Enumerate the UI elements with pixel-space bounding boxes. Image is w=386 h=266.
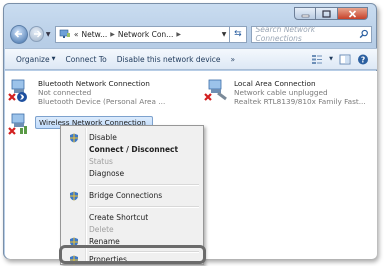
menu-item-label: Bridge Connections	[89, 191, 163, 200]
window-caption-buttons	[294, 7, 368, 20]
close-icon	[348, 9, 357, 18]
forward-button[interactable]	[29, 26, 45, 42]
menu-item-label: Connect / Disconnect	[89, 145, 179, 154]
preview-pane-icon[interactable]	[339, 54, 351, 65]
view-controls: ▼ ?	[311, 54, 377, 65]
refresh-button[interactable]: ⇆	[230, 25, 247, 43]
minimize-button[interactable]	[294, 7, 316, 20]
connection-name: Local Area Connection	[234, 79, 316, 88]
organize-button[interactable]: Organize ▼	[11, 55, 60, 64]
search-placeholder: Search Network Connections	[255, 25, 316, 43]
connection-device: Realtek RTL8139/810x Family Fast...	[234, 97, 366, 106]
navigation-row: ▼ « Netw... ▶ Network Con... ▶ ▼ ⇆ Searc…	[10, 24, 372, 44]
network-adapter-icon	[8, 113, 34, 137]
close-button[interactable]	[338, 7, 368, 20]
shield-icon	[70, 133, 78, 143]
minimize-icon	[301, 14, 309, 17]
breadcrumb-network[interactable]: Netw...	[82, 30, 108, 39]
disable-device-button[interactable]: Disable this network device	[112, 55, 226, 64]
address-bar[interactable]: « Netw... ▶ Network Con... ▶ ▼	[54, 25, 231, 43]
breadcrumb-separator-icon: ▶	[176, 30, 181, 38]
menu-item-label: Status	[89, 157, 113, 166]
connection-name: Bluetooth Network Connection	[38, 79, 150, 88]
view-dropdown-icon[interactable]: ▼	[329, 56, 333, 62]
refresh-icon: ⇆	[234, 29, 242, 39]
menu-item-label: Disable	[89, 133, 117, 142]
menu-item-create-shortcut[interactable]: Create Shortcut	[63, 212, 201, 223]
disable-device-label: Disable this network device	[116, 54, 221, 64]
context-menu: Disable Connect / Disconnect Status Diag…	[60, 125, 204, 265]
address-prefix: «	[73, 29, 79, 39]
network-adapter-icon	[204, 79, 230, 103]
change-view-icon[interactable]	[311, 54, 323, 65]
more-commands-label: »	[230, 54, 236, 64]
connection-wireless[interactable]	[8, 113, 30, 137]
menu-separator	[89, 206, 199, 208]
menu-item-bridge-connections[interactable]: Bridge Connections	[63, 190, 201, 201]
connect-to-button[interactable]: Connect To	[60, 55, 111, 64]
maximize-button[interactable]	[316, 7, 338, 20]
menu-separator	[89, 184, 199, 186]
recent-pages-dropdown[interactable]: ▼	[44, 31, 52, 38]
properties-highlight-callout	[59, 245, 206, 264]
back-button[interactable]	[10, 24, 29, 44]
menu-item-status[interactable]: Status	[63, 156, 201, 167]
menu-item-label: Delete	[89, 225, 114, 234]
connection-local-area[interactable]: Local Area Connection Network cable unpl…	[204, 79, 366, 106]
menu-item-label: Diagnose	[89, 169, 125, 178]
breadcrumb-separator-icon: ▶	[110, 30, 115, 38]
more-commands-button[interactable]: »	[226, 55, 241, 64]
menu-item-label: Create Shortcut	[89, 213, 149, 222]
maximize-icon	[322, 9, 331, 18]
network-adapter-icon	[8, 79, 34, 103]
organize-label: Organize	[16, 54, 50, 64]
address-dropdown-icon[interactable]: ▼	[222, 31, 227, 38]
forward-arrow-icon	[33, 30, 42, 38]
search-icon	[359, 29, 368, 39]
network-folder-icon	[59, 29, 70, 38]
menu-item-disable[interactable]: Disable	[63, 132, 201, 143]
menu-item-delete[interactable]: Delete	[63, 224, 201, 235]
search-field[interactable]: Search Network Connections	[250, 25, 372, 43]
connection-status: Network cable unplugged	[234, 88, 328, 97]
connect-to-label: Connect To	[65, 54, 107, 64]
connection-status: Not connected	[38, 88, 92, 97]
connection-device: Bluetooth Device (Personal Area ...	[38, 97, 166, 106]
svg-text:?: ?	[361, 55, 365, 64]
help-icon[interactable]: ?	[357, 54, 369, 65]
chevron-down-icon: ▼	[51, 56, 56, 62]
command-bar: Organize ▼ Connect To Disable this networ…	[5, 48, 377, 70]
breadcrumb-network-connections[interactable]: Network Con...	[118, 30, 173, 39]
back-arrow-icon	[14, 30, 23, 38]
shield-icon	[70, 191, 78, 201]
menu-item-connect-disconnect[interactable]: Connect / Disconnect	[63, 144, 201, 155]
connection-bluetooth[interactable]: Bluetooth Network Connection Not connect…	[8, 79, 165, 106]
menu-item-diagnose[interactable]: Diagnose	[63, 168, 201, 179]
